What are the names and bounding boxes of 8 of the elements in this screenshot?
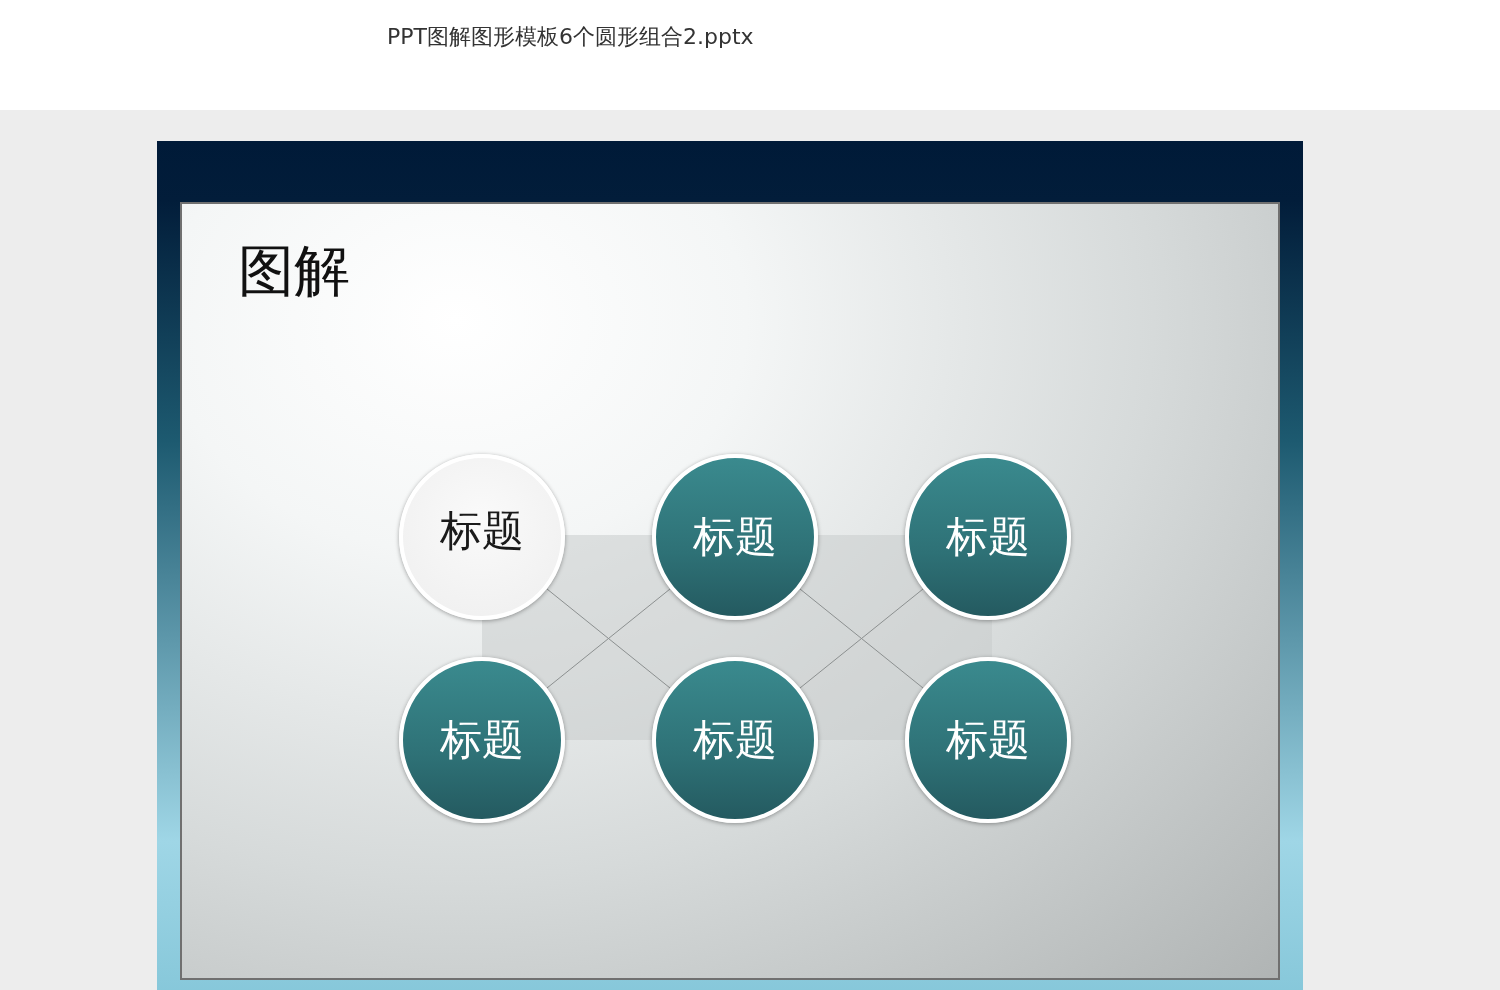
circle-label: 标题 <box>946 510 1030 563</box>
document-filename: PPT图解图形模板6个圆形组合2.pptx <box>387 24 754 49</box>
slide-title: 图解 <box>238 240 350 302</box>
circle-label: 标题 <box>693 713 777 766</box>
circle-label: 标题 <box>693 510 777 563</box>
circle-label: 标题 <box>946 713 1030 766</box>
circle-label: 标题 <box>440 504 524 557</box>
circle-label: 标题 <box>440 713 524 766</box>
